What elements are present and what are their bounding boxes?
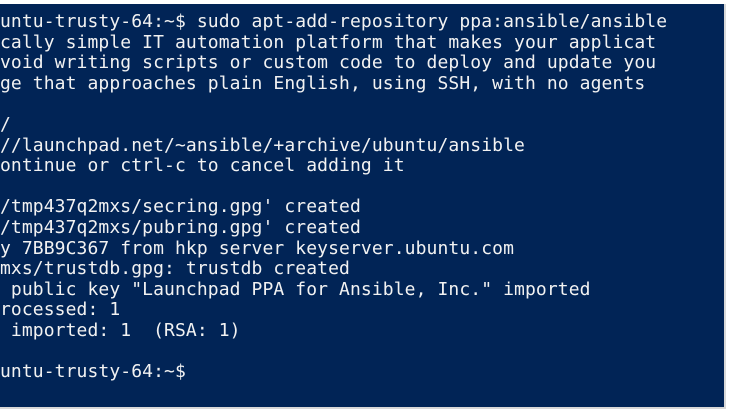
terminal-window[interactable]: untu-trusty-64:~$ sudo apt-add-repositor…	[0, 4, 726, 409]
terminal-line-url: //launchpad.net/~ansible/+archive/ubuntu…	[0, 134, 525, 156]
screenshot-frame: untu-trusty-64:~$ sudo apt-add-repositor…	[0, 0, 732, 419]
terminal-line-empty-2	[0, 177, 667, 198]
terminal-line-processed: rocessed: 1	[0, 299, 121, 321]
terminal-line-slash: /	[0, 113, 11, 135]
terminal-line-public-key: public key "Launchpad PPA for Ansible, I…	[0, 278, 591, 300]
terminal-line-keyserver: y 7BB9C367 from hkp server keyserver.ubu…	[0, 237, 515, 259]
bottom-edge	[0, 409, 732, 419]
terminal-line-imported: imported: 1 (RSA: 1)	[0, 319, 241, 341]
terminal-line-description-1: cally simple IT automation platform that…	[0, 31, 657, 53]
terminal-line-empty-3	[0, 342, 667, 363]
terminal-output[interactable]: untu-trusty-64:~$ sudo apt-add-repositor…	[0, 11, 668, 383]
terminal-line-description-3: ge that approaches plain English, using …	[0, 72, 646, 94]
terminal-line-trustdb: mxs/trustdb.gpg: trustdb created	[0, 258, 350, 280]
terminal-line-secring: /tmp437q2mxs/secring.gpg' created	[0, 196, 361, 218]
terminal-line-prompt[interactable]: untu-trusty-64:~$	[0, 361, 667, 383]
terminal-line-pubring: /tmp437q2mxs/pubring.gpg' created	[0, 216, 361, 238]
terminal-line-description-2: void writing scripts or custom code to d…	[0, 52, 657, 74]
terminal-line-continue: ontinue or ctrl-c to cancel adding it	[0, 155, 405, 177]
top-edge	[0, 0, 726, 4]
terminal-line-empty-1	[0, 94, 667, 115]
terminal-line-command: untu-trusty-64:~$ sudo apt-add-repositor…	[0, 11, 668, 32]
